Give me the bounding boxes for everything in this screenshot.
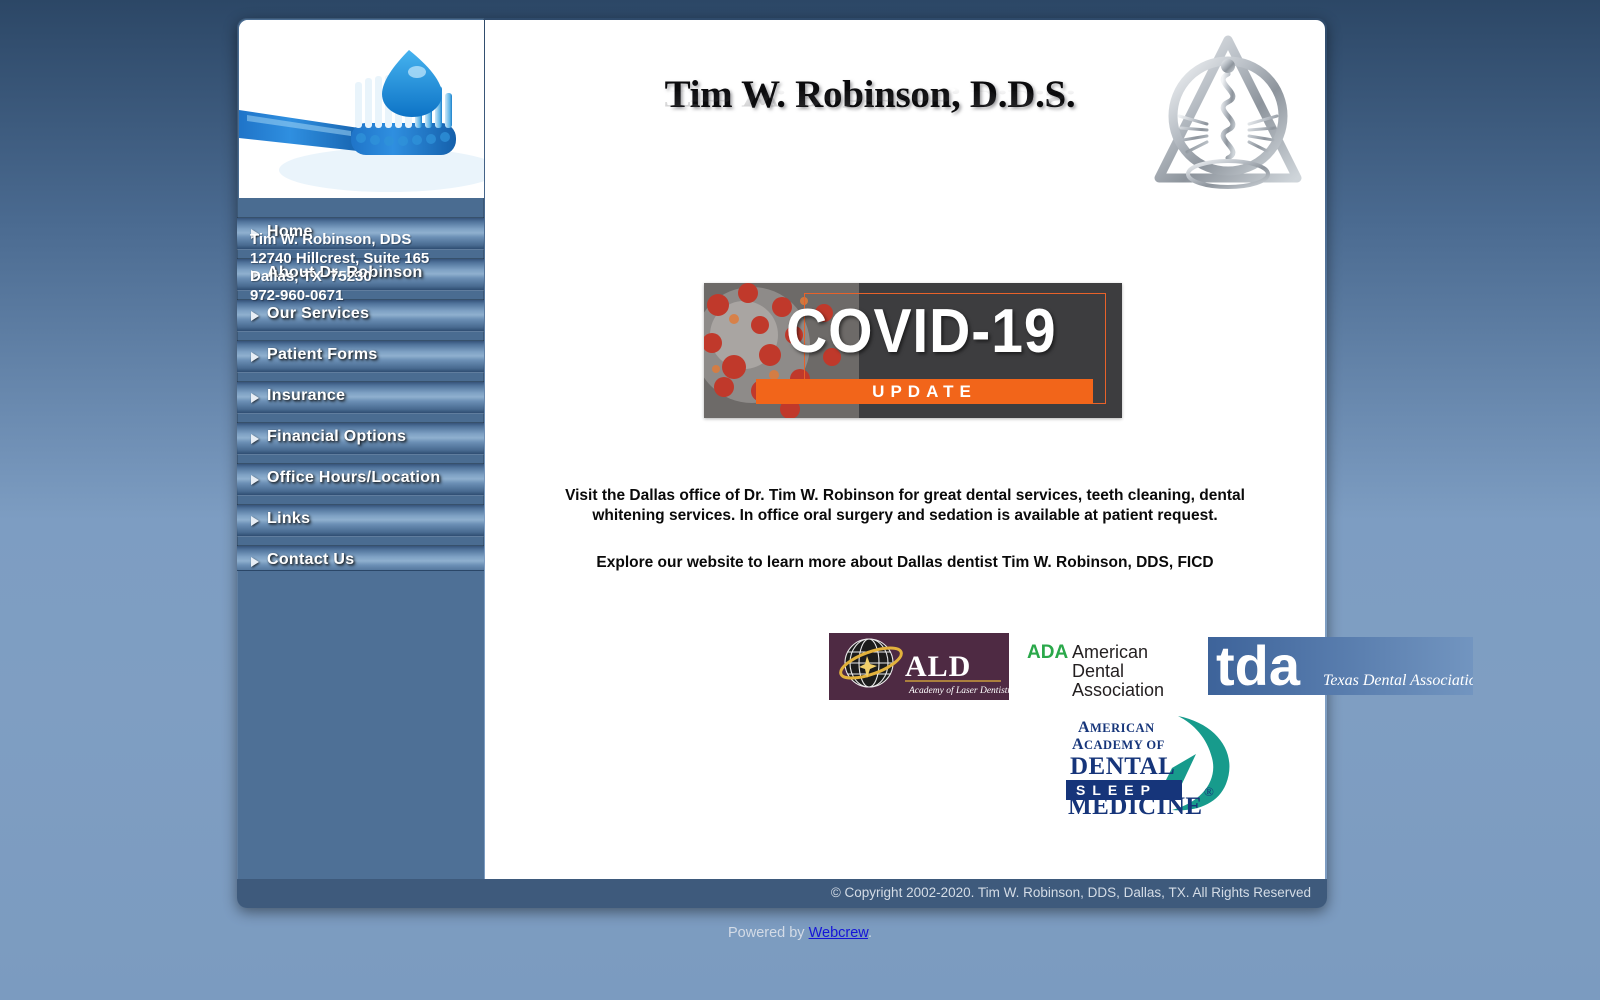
sidebar-item-financial-options[interactable]: Financial Options — [237, 423, 484, 454]
covid-update-banner[interactable]: COVID-19 UPDATE — [704, 283, 1122, 418]
svg-text:ALD: ALD — [905, 650, 971, 683]
toothbrush-photo — [239, 20, 484, 198]
tda-logo[interactable]: tda Texas Dental Association — [1208, 637, 1473, 695]
webcrew-link[interactable]: Webcrew — [809, 925, 868, 941]
intro-paragraph: Visit the Dallas office of Dr. Tim W. Ro… — [565, 487, 1245, 524]
triangle-bullet-icon — [251, 557, 259, 567]
address-name: Tim W. Robinson, DDS — [250, 231, 412, 248]
content-panel: Tim W. Robinson, D.D.S. Tim W. Robinson,… — [485, 20, 1473, 899]
address-street: 12740 Hillcrest, Suite 165 — [250, 249, 430, 267]
site-container: Home About Dr. Robinson Our Services Pat… — [237, 18, 1473, 908]
powered-by-suffix: . — [867, 925, 872, 941]
covid-banner-subtitle: UPDATE — [872, 382, 977, 401]
svg-text:Association: Association — [1072, 680, 1164, 697]
sidebar-item-label: Insurance — [267, 387, 346, 404]
powered-by-prefix: Powered by — [727, 925, 809, 941]
covid-update-bar: UPDATE — [756, 379, 1093, 404]
address-phone: 972-960-0671 — [250, 286, 344, 304]
svg-text:Texas Dental Association: Texas Dental Association — [1323, 672, 1473, 689]
svg-text:MERICAN: MERICAN — [1090, 721, 1155, 735]
sidebar: Home About Dr. Robinson Our Services Pat… — [237, 18, 484, 880]
sidebar-item-label: Our Services — [267, 305, 370, 322]
sidebar-item-label: Office Hours/Location — [267, 469, 441, 486]
address-city-state-zip: Dallas, TX 75230 — [250, 268, 372, 285]
triangle-bullet-icon — [251, 516, 259, 526]
svg-text:ADA: ADA — [1027, 642, 1068, 663]
covid-banner-title: COVID-19 — [786, 297, 1057, 366]
sidebar-item-office-hours-location[interactable]: Office Hours/Location — [237, 464, 484, 495]
ada-logo[interactable]: ADA American Dental Association — [1025, 637, 1185, 700]
triangle-bullet-icon — [251, 352, 259, 362]
page-title-reflection: Tim W. Robinson, D.D.S. — [664, 84, 1076, 112]
ald-logo[interactable]: ALD Academy of Laser Dentistry — [829, 633, 1009, 700]
copyright-text: © Copyright 2002-2020. Tim W. Robinson, … — [830, 885, 1311, 900]
svg-text:A: A — [1072, 736, 1084, 753]
dental-caduceus-emblem-icon — [1149, 32, 1307, 197]
sidebar-panel — [237, 570, 484, 880]
sidebar-item-label: Contact Us — [267, 551, 355, 568]
sidebar-item-links[interactable]: Links — [237, 505, 484, 536]
aadsm-logo[interactable]: A MERICAN A CADEMY OF DENTAL SLEEP ® MED… — [1060, 710, 1250, 820]
site-header: Tim W. Robinson, D.D.S. Tim W. Robinson,… — [485, 20, 1325, 212]
triangle-bullet-icon — [251, 393, 259, 403]
svg-text:DENTAL: DENTAL — [1070, 753, 1175, 780]
sidebar-item-patient-forms[interactable]: Patient Forms — [237, 341, 484, 372]
svg-text:American: American — [1072, 642, 1148, 662]
sidebar-item-label: Links — [267, 510, 311, 527]
svg-text:CADEMY OF: CADEMY OF — [1084, 738, 1165, 752]
sidebar-item-label: Patient Forms — [267, 346, 378, 363]
triangle-bullet-icon — [251, 434, 259, 444]
svg-text:A: A — [1078, 719, 1090, 736]
practice-address: Tim W. Robinson, DDS 12740 Hillcrest, Su… — [250, 231, 429, 305]
sidebar-item-insurance[interactable]: Insurance — [237, 382, 484, 413]
svg-text:tda: tda — [1216, 637, 1301, 695]
svg-text:Academy of Laser Dentistry: Academy of Laser Dentistry — [908, 685, 1009, 696]
footer-bar: © Copyright 2002-2020. Tim W. Robinson, … — [237, 879, 1327, 908]
powered-by: Powered by Webcrew. — [0, 925, 1600, 941]
affiliation-logos: ALD Academy of Laser Dentistry ADA Ameri… — [485, 633, 1473, 703]
triangle-bullet-icon — [251, 475, 259, 485]
svg-text:®: ® — [1204, 784, 1214, 799]
sidebar-item-label: Financial Options — [267, 428, 407, 445]
svg-text:Dental: Dental — [1072, 661, 1124, 681]
triangle-bullet-icon — [251, 311, 259, 321]
explore-paragraph: Explore our website to learn more about … — [596, 554, 1214, 571]
svg-text:MEDICINE: MEDICINE — [1068, 793, 1203, 815]
